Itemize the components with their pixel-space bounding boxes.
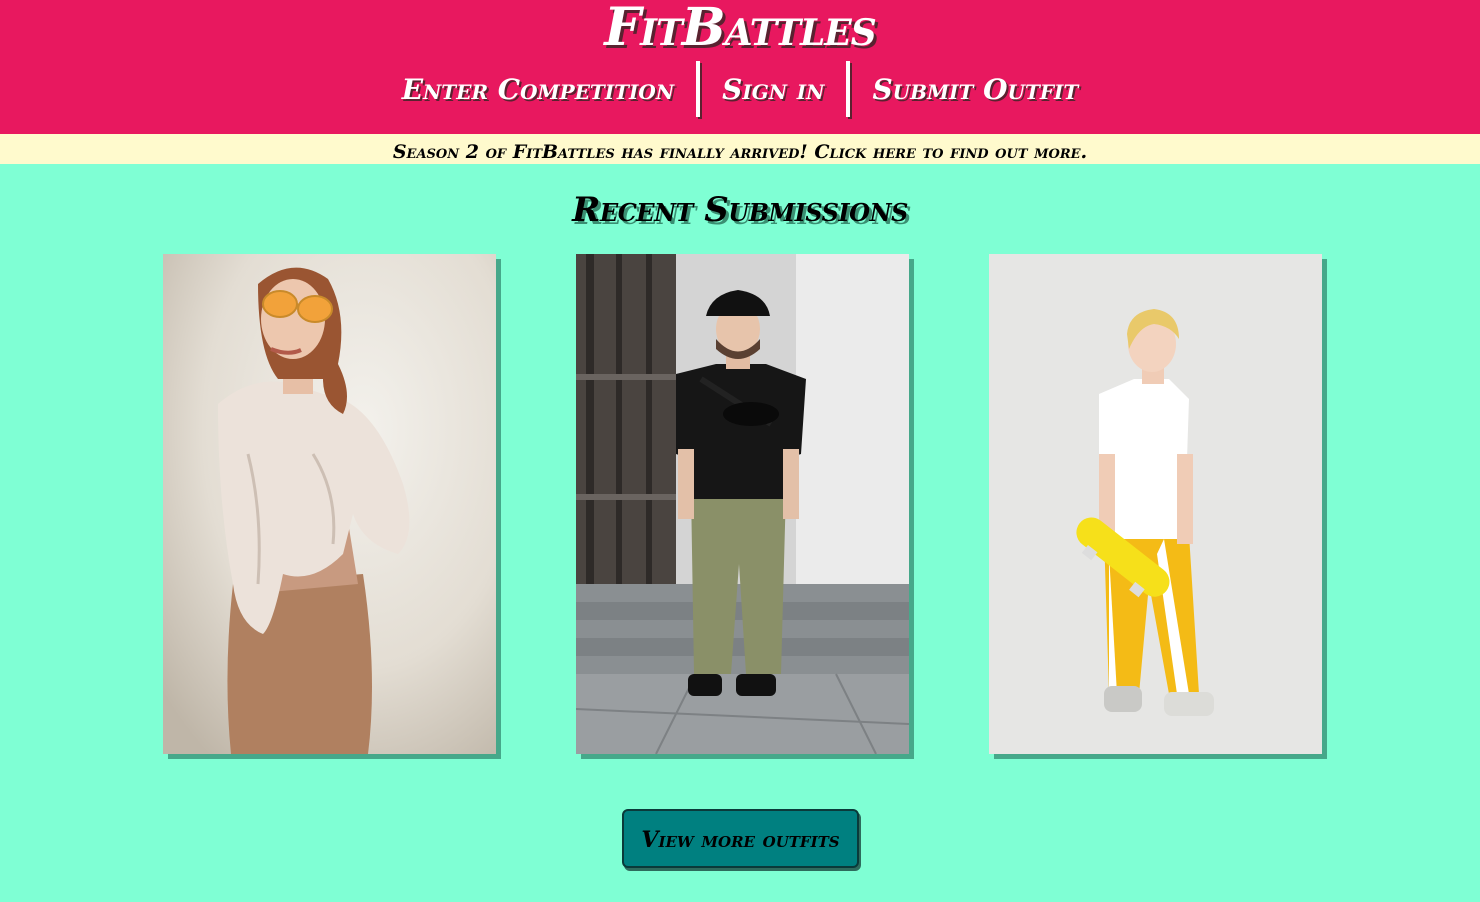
submission-card[interactable] bbox=[163, 254, 496, 754]
site-header: FitBattles Enter Competition Sign in Sub… bbox=[0, 0, 1480, 134]
nav-submit-outfit[interactable]: Submit Outfit bbox=[850, 73, 1100, 106]
recent-submissions-title: Recent Submissions bbox=[572, 190, 908, 230]
view-more-outfits-button[interactable]: View more outfits bbox=[622, 809, 859, 868]
outfit-photo-woman-sunglasses bbox=[163, 254, 496, 754]
nav-sign-in[interactable]: Sign in bbox=[700, 73, 846, 106]
main-nav: Enter Competition Sign in Submit Outfit bbox=[0, 60, 1480, 118]
announcement-banner[interactable]: Season 2 of FitBattles has finally arriv… bbox=[0, 134, 1480, 164]
outfit-photo-man-bucket-hat bbox=[576, 254, 909, 754]
submission-card[interactable] bbox=[989, 254, 1322, 754]
outfit-photo-teen-skateboard bbox=[989, 254, 1322, 754]
submission-card[interactable] bbox=[576, 254, 909, 754]
site-logo[interactable]: FitBattles bbox=[0, 0, 1480, 56]
nav-enter-competition[interactable]: Enter Competition bbox=[380, 73, 696, 106]
